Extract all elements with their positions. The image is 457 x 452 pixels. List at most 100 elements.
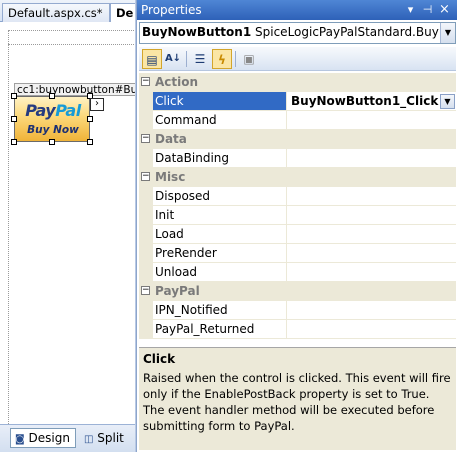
properties-title-bar: Properties ▾ ⊣ × (137, 0, 457, 20)
property-row-unload[interactable]: Unload (139, 263, 456, 282)
chevron-down-icon[interactable]: ▼ (440, 23, 455, 43)
design-view-icon: ◙ (15, 434, 25, 445)
split-view-icon: ◫ (84, 434, 94, 445)
collapse-icon[interactable]: − (141, 286, 150, 295)
smart-tag-chevron-icon[interactable]: › (90, 98, 104, 111)
property-name[interactable]: IPN_Notified (153, 301, 287, 320)
property-value[interactable]: BuyNowButton1_Click (287, 92, 456, 111)
description-title: Click (143, 352, 176, 366)
grid-margin (139, 149, 153, 168)
tab-default-aspx[interactable]: De (110, 3, 135, 22)
property-row-command[interactable]: Command (139, 111, 456, 130)
properties-icon[interactable]: ☰ (190, 49, 210, 69)
resize-handle-bottom[interactable] (49, 139, 55, 145)
collapse-icon[interactable]: − (141, 134, 150, 143)
tab-default-aspx-cs[interactable]: Default.aspx.cs* (2, 3, 110, 22)
property-row-load[interactable]: Load (139, 225, 456, 244)
grid-margin (139, 320, 153, 339)
paypal-buy-now-text: Buy Now (27, 124, 79, 136)
object-type: SpiceLogicPayPalStandard.BuyNowBu (255, 25, 455, 39)
grid-margin (139, 263, 153, 282)
category-label: Data (153, 130, 456, 149)
property-name[interactable]: PreRender (153, 244, 287, 263)
grid-margin (139, 301, 153, 320)
split-view-label: Split (97, 431, 124, 445)
events-lightning-icon[interactable]: ϟ (212, 49, 232, 69)
page-divider (8, 44, 135, 45)
document-tab-strip: Default.aspx.cs* De (0, 0, 135, 22)
description-text: Raised when the control is clicked. This… (143, 371, 451, 433)
property-value[interactable] (287, 206, 456, 225)
property-row-disposed[interactable]: Disposed (139, 187, 456, 206)
property-value[interactable] (287, 263, 456, 282)
property-name[interactable]: Unload (153, 263, 287, 282)
category-label: Action (153, 73, 456, 92)
chevron-down-icon[interactable]: ▼ (440, 94, 455, 109)
paypal-logo-pay: Pay (25, 101, 56, 120)
grid-margin (139, 225, 153, 244)
property-value[interactable] (287, 244, 456, 263)
grid-margin (139, 111, 153, 130)
paypal-logo-pal: Pal (55, 101, 81, 120)
close-icon[interactable]: × (437, 2, 452, 17)
property-value[interactable] (287, 111, 456, 130)
property-value[interactable] (287, 320, 456, 339)
property-name[interactable]: DataBinding (153, 149, 287, 168)
property-row-databinding[interactable]: DataBinding (139, 149, 456, 168)
property-row-prerender[interactable]: PreRender (139, 244, 456, 263)
property-row-ipn-notified[interactable]: IPN_Notified (139, 301, 456, 320)
resize-handle-bottom-right[interactable] (87, 139, 93, 145)
toolbar-separator (235, 51, 236, 67)
grid-margin (139, 244, 153, 263)
view-mode-bar: ◙ Design ◫ Split (0, 424, 135, 452)
control-tag-label: cc1:buynowbutton#Bu (14, 83, 135, 96)
resize-handle-top[interactable] (49, 93, 55, 99)
collapse-icon[interactable]: − (141, 77, 150, 86)
property-value[interactable] (287, 225, 456, 244)
property-grid: − Action Click BuyNowButton1_Click ▼ Com… (139, 73, 456, 345)
category-row-data[interactable]: − Data (139, 130, 456, 149)
category-label: Misc (153, 168, 456, 187)
properties-title: Properties (141, 3, 202, 17)
resize-handle-left[interactable] (11, 116, 17, 122)
property-value[interactable] (287, 301, 456, 320)
property-row-click[interactable]: Click BuyNowButton1_Click ▼ (139, 92, 456, 111)
alphabetical-icon[interactable]: A↓ (163, 49, 183, 69)
property-name[interactable]: Load (153, 225, 287, 244)
collapse-icon[interactable]: − (141, 172, 150, 181)
property-name[interactable]: PayPal_Returned (153, 320, 287, 339)
category-row-paypal[interactable]: − PayPal (139, 282, 456, 301)
resize-handle-bottom-left[interactable] (11, 139, 17, 145)
designer-surface: Default.aspx.cs* De cc1:buynowbutton#Bu … (0, 0, 136, 452)
properties-window: Properties ▾ ⊣ × BuyNowButton1 SpiceLogi… (136, 0, 457, 452)
window-position-dropdown-icon[interactable]: ▾ (403, 2, 418, 17)
object-selector-dropdown[interactable]: BuyNowButton1 SpiceLogicPayPalStandard.B… (139, 22, 456, 44)
resize-handle-top-left[interactable] (11, 93, 17, 99)
category-row-action[interactable]: − Action (139, 73, 456, 92)
resize-handle-right[interactable] (87, 116, 93, 122)
split-view-button[interactable]: ◫ Split (84, 428, 135, 448)
design-view-label: Design (28, 431, 70, 445)
categorized-icon[interactable]: ▤ (142, 49, 162, 69)
design-view-button[interactable]: ◙ Design (10, 428, 76, 448)
object-name: BuyNowButton1 (142, 25, 252, 39)
property-name[interactable]: Init (153, 206, 287, 225)
grid-margin (139, 187, 153, 206)
paypal-buy-now-button[interactable]: PayPal Buy Now (14, 96, 90, 142)
property-name[interactable]: Click (153, 92, 287, 111)
toolbar-separator (186, 51, 187, 67)
property-value[interactable] (287, 149, 456, 168)
description-pane: Click Raised when the control is clicked… (139, 347, 456, 450)
property-name[interactable]: Disposed (153, 187, 287, 206)
property-row-init[interactable]: Init (139, 206, 456, 225)
property-value[interactable] (287, 187, 456, 206)
properties-toolbar: ▤ A↓ ☰ ϟ ▣ (139, 47, 456, 71)
property-name[interactable]: Command (153, 111, 287, 130)
grid-margin (139, 92, 153, 111)
category-label: PayPal (153, 282, 456, 301)
category-row-misc[interactable]: − Misc (139, 168, 456, 187)
property-pages-icon[interactable]: ▣ (239, 49, 259, 69)
grid-margin (139, 206, 153, 225)
property-row-paypal-returned[interactable]: PayPal_Returned (139, 320, 456, 339)
auto-hide-pin-icon[interactable]: ⊣ (420, 2, 435, 17)
